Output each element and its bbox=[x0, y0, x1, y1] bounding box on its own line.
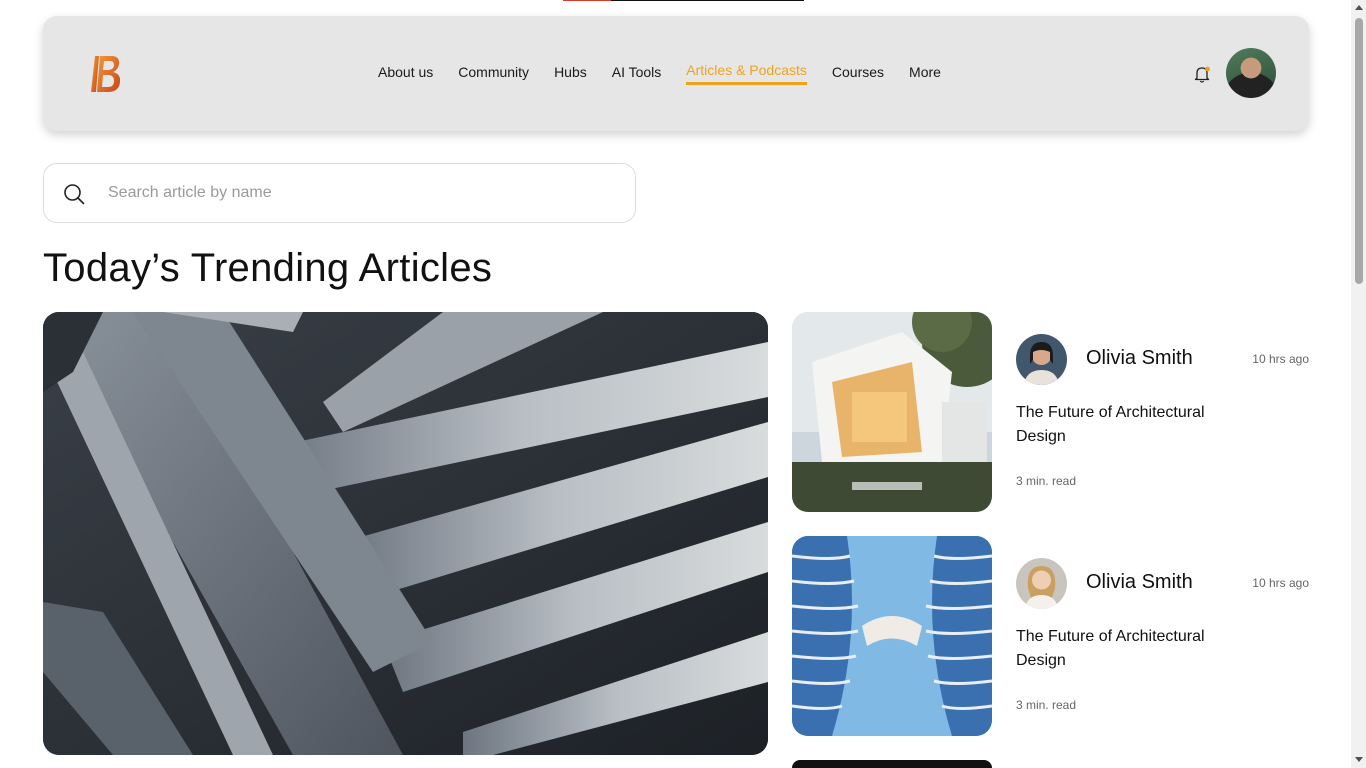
article-title[interactable]: The Future of Architectural Design bbox=[1016, 401, 1256, 449]
featured-image-art bbox=[43, 312, 768, 755]
article-title[interactable]: The Future of Architectural Design bbox=[1016, 625, 1256, 673]
brand-logo[interactable] bbox=[89, 52, 123, 94]
article-thumbnail[interactable] bbox=[792, 312, 992, 512]
nav-community[interactable]: Community bbox=[458, 64, 529, 85]
author-avatar[interactable] bbox=[1016, 334, 1067, 385]
article-thumbnail[interactable] bbox=[792, 760, 992, 768]
notification-dot bbox=[1205, 66, 1210, 72]
nav-more[interactable]: More bbox=[909, 64, 941, 85]
page-title: Today’s Trending Articles bbox=[43, 246, 493, 290]
author-name[interactable]: Olivia Smith bbox=[1086, 571, 1193, 594]
search-input[interactable] bbox=[108, 178, 608, 208]
user-avatar[interactable] bbox=[1226, 48, 1276, 98]
featured-article-image[interactable] bbox=[43, 312, 768, 755]
page-scrollbar[interactable] bbox=[1351, 0, 1366, 768]
scroll-up-icon[interactable] bbox=[1355, 5, 1363, 10]
author-avatar[interactable] bbox=[1016, 558, 1067, 609]
article-thumbnail[interactable] bbox=[792, 536, 992, 736]
article-time-ago: 10 hrs ago bbox=[1252, 576, 1309, 590]
thumbnail-house-art bbox=[792, 312, 992, 512]
thumbnail-towers-art bbox=[792, 536, 992, 736]
nav-hubs[interactable]: Hubs bbox=[554, 64, 587, 85]
page-load-progress bbox=[563, 0, 611, 1]
bell-icon[interactable] bbox=[1192, 64, 1212, 84]
nav-articles-podcasts[interactable]: Articles & Podcasts bbox=[686, 62, 807, 85]
article-read-time: 3 min. read bbox=[1016, 698, 1077, 712]
site-header: About us Community Hubs AI Tools Article… bbox=[43, 16, 1309, 131]
article-time-ago: 10 hrs ago bbox=[1252, 352, 1309, 366]
nav-about-us[interactable]: About us bbox=[378, 64, 433, 85]
author-name[interactable]: Olivia Smith bbox=[1086, 347, 1193, 370]
main-nav: About us Community Hubs AI Tools Article… bbox=[378, 62, 941, 85]
scroll-down-icon[interactable] bbox=[1355, 757, 1363, 762]
article-search bbox=[43, 163, 636, 223]
scrollbar-thumb[interactable] bbox=[1355, 18, 1363, 284]
nav-courses[interactable]: Courses bbox=[832, 64, 884, 85]
nav-ai-tools[interactable]: AI Tools bbox=[612, 64, 662, 85]
article-read-time: 3 min. read bbox=[1016, 474, 1077, 488]
search-icon bbox=[64, 184, 85, 205]
page-load-indicator bbox=[563, 0, 804, 1]
